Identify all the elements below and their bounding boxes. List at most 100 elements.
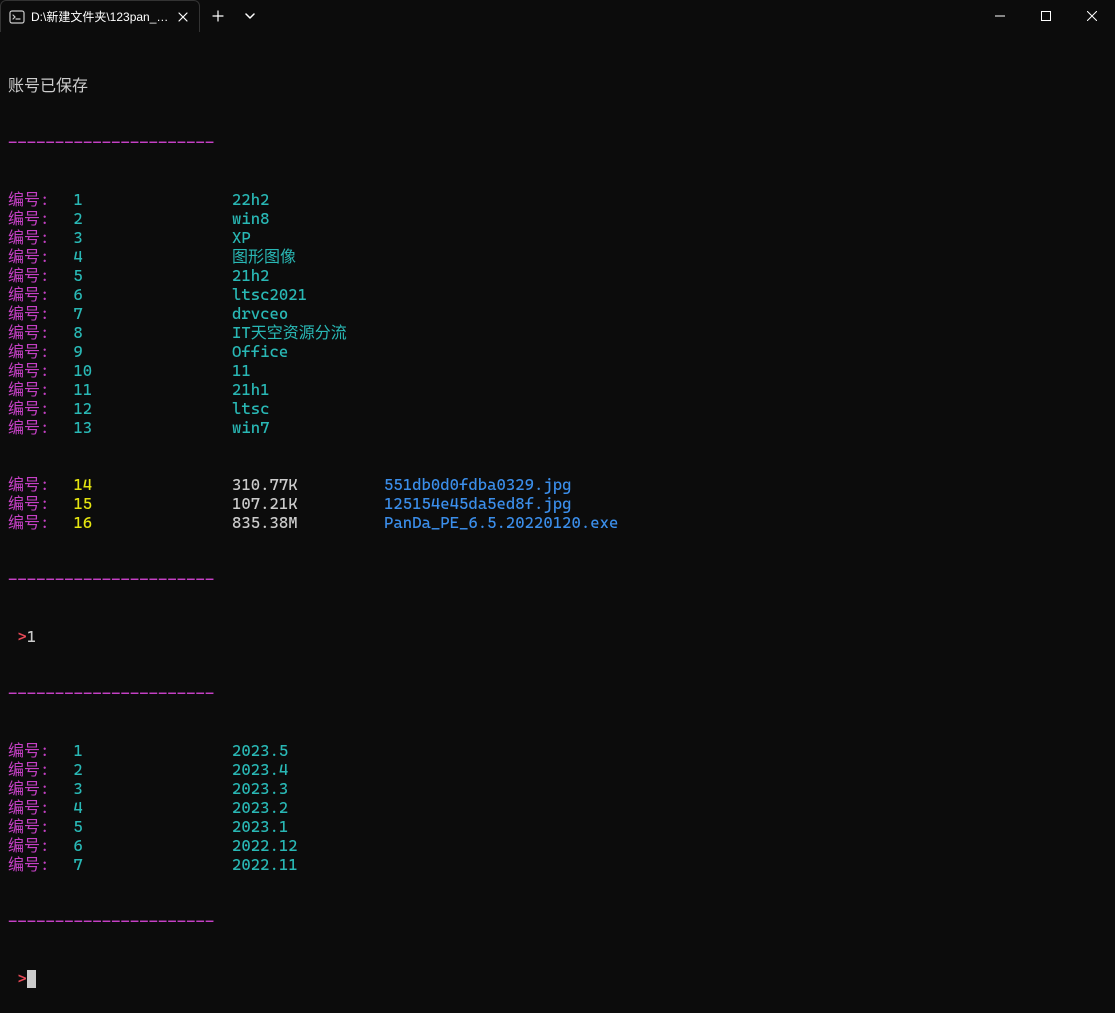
list-item: 编号: 1011 — [8, 361, 1107, 380]
row-label: 编号: — [8, 323, 64, 342]
list-item: 编号: 2win8 — [8, 209, 1107, 228]
window-controls — [977, 0, 1115, 32]
row-index: 8 — [64, 323, 232, 342]
row-name: ltsc — [232, 399, 270, 418]
row-label: 编号: — [8, 779, 64, 798]
maximize-button[interactable] — [1023, 0, 1069, 32]
row-index: 2 — [64, 760, 232, 779]
separator: ---------------------- — [8, 570, 1107, 589]
row-index: 9 — [64, 342, 232, 361]
row-index: 7 — [64, 855, 232, 874]
prompt-symbol: > — [17, 627, 26, 646]
row-filename: 551db0d0fdba0329.jpg — [384, 475, 572, 494]
prompt-input: 1 — [27, 627, 36, 646]
row-name: 图形图像 — [232, 247, 296, 266]
list-item: 编号: 7drvceo — [8, 304, 1107, 323]
row-index: 10 — [64, 361, 232, 380]
terminal-tab[interactable]: D:\新建文件夹\123pan_win_x8 — [0, 0, 200, 32]
row-label: 编号: — [8, 760, 64, 779]
row-name: 2022.12 — [232, 836, 298, 855]
row-label: 编号: — [8, 399, 64, 418]
row-label: 编号: — [8, 798, 64, 817]
row-name: 21h2 — [232, 266, 270, 285]
list-item: 编号: 13win7 — [8, 418, 1107, 437]
row-name: drvceo — [232, 304, 288, 323]
row-size: 107.21K — [232, 494, 384, 513]
separator: ---------------------- — [8, 133, 1107, 152]
row-index: 5 — [64, 266, 232, 285]
row-name: 11 — [232, 361, 251, 380]
list-item: 编号: 42023.2 — [8, 798, 1107, 817]
row-index: 1 — [64, 741, 232, 760]
row-name: 2023.4 — [232, 760, 288, 779]
list-item: 编号: 72022.11 — [8, 855, 1107, 874]
close-button[interactable] — [1069, 0, 1115, 32]
separator: ---------------------- — [8, 684, 1107, 703]
row-name: win8 — [232, 209, 270, 228]
row-size: 310.77K — [232, 475, 384, 494]
row-label: 编号: — [8, 817, 64, 836]
list-item: 编号: 62022.12 — [8, 836, 1107, 855]
list-item: 编号: 3XP — [8, 228, 1107, 247]
row-name: 2023.2 — [232, 798, 288, 817]
row-index: 13 — [64, 418, 232, 437]
row-label: 编号: — [8, 475, 64, 494]
row-index: 16 — [64, 513, 232, 532]
row-name: 2023.3 — [232, 779, 288, 798]
row-index: 4 — [64, 247, 232, 266]
row-label: 编号: — [8, 418, 64, 437]
row-label: 编号: — [8, 228, 64, 247]
row-filename: PanDa_PE_6.5.20220120.exe — [384, 513, 618, 532]
list-item: 编号: 15107.21K125154e45da5ed8f.jpg — [8, 494, 1107, 513]
cursor — [27, 970, 36, 988]
title-bar: D:\新建文件夹\123pan_win_x8 — [0, 0, 1115, 32]
tab-dropdown-button[interactable] — [236, 2, 264, 30]
row-name: XP — [232, 228, 251, 247]
list-item: 编号: 9Office — [8, 342, 1107, 361]
row-label: 编号: — [8, 285, 64, 304]
tab-close-button[interactable] — [175, 9, 191, 25]
row-index: 3 — [64, 228, 232, 247]
row-name: IT天空资源分流 — [232, 323, 347, 342]
row-name: 21h1 — [232, 380, 270, 399]
row-label: 编号: — [8, 266, 64, 285]
list-item: 编号: 8IT天空资源分流 — [8, 323, 1107, 342]
list-item: 编号: 12023.5 — [8, 741, 1107, 760]
row-name: Office — [232, 342, 288, 361]
row-index: 2 — [64, 209, 232, 228]
list-item: 编号: 16835.38MPanDa_PE_6.5.20220120.exe — [8, 513, 1107, 532]
row-index: 6 — [64, 836, 232, 855]
terminal-output[interactable]: 账号已保存 ---------------------- 编号: 122h2编号… — [0, 32, 1115, 1013]
row-name: 2022.11 — [232, 855, 298, 874]
row-index: 11 — [64, 380, 232, 399]
separator: ---------------------- — [8, 912, 1107, 931]
row-label: 编号: — [8, 741, 64, 760]
list-item: 编号: 52023.1 — [8, 817, 1107, 836]
row-label: 编号: — [8, 380, 64, 399]
list-item: 编号: 4图形图像 — [8, 247, 1107, 266]
row-name: 2023.5 — [232, 741, 288, 760]
prompt-line: > — [8, 969, 1107, 988]
new-tab-button[interactable] — [204, 2, 232, 30]
minimize-button[interactable] — [977, 0, 1023, 32]
list-item: 编号: 1121h1 — [8, 380, 1107, 399]
row-name: 22h2 — [232, 190, 270, 209]
terminal-icon — [9, 9, 25, 25]
list-item: 编号: 6ltsc2021 — [8, 285, 1107, 304]
prompt-indent — [8, 627, 17, 646]
row-name: win7 — [232, 418, 270, 437]
status-line: 账号已保存 — [8, 76, 1107, 95]
tab-title: D:\新建文件夹\123pan_win_x8 — [31, 8, 169, 25]
list-item: 编号: 12ltsc — [8, 399, 1107, 418]
prompt-indent — [8, 969, 17, 988]
row-index: 5 — [64, 817, 232, 836]
row-index: 7 — [64, 304, 232, 323]
row-label: 编号: — [8, 247, 64, 266]
row-index: 3 — [64, 779, 232, 798]
row-label: 编号: — [8, 836, 64, 855]
prompt-line: >1 — [8, 627, 1107, 646]
row-label: 编号: — [8, 855, 64, 874]
row-label: 编号: — [8, 494, 64, 513]
row-label: 编号: — [8, 361, 64, 380]
row-filename: 125154e45da5ed8f.jpg — [384, 494, 572, 513]
